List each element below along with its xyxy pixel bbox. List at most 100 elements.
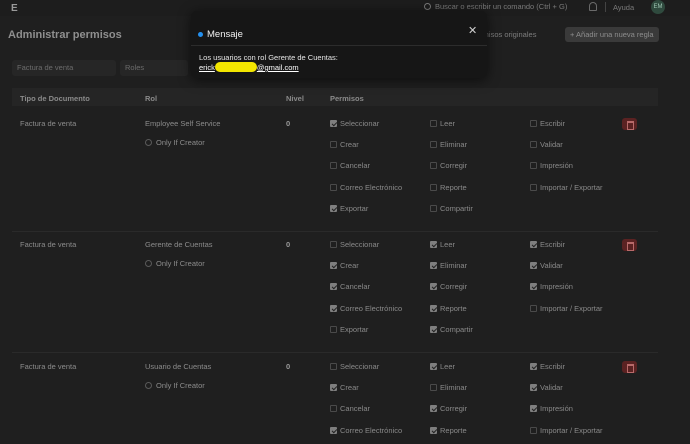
permission-label: Leer [440,362,456,371]
permission-label: Reporte [440,182,467,192]
permission-checkbox[interactable] [330,141,337,149]
permission-checkbox[interactable] [430,283,437,291]
dialog-message: Los usuarios con rol Gerente de Cuentas: [199,53,338,62]
close-icon[interactable]: ✕ [468,26,477,37]
permission-checkbox[interactable] [330,262,337,270]
permission-checkbox[interactable] [430,405,437,413]
permission-checkbox[interactable] [330,204,337,212]
permission-checkbox[interactable] [330,304,337,312]
add-new-rule-button[interactable]: + Añadir una nueva regla [565,27,659,42]
permission-checkbox[interactable] [330,384,337,392]
permission-label: Crear [340,140,359,150]
permission-checkbox[interactable] [530,262,537,270]
permission-checkbox[interactable] [530,241,537,248]
permission-checkbox[interactable] [430,426,437,434]
permission-checkbox[interactable] [330,241,337,248]
search-placeholder: Buscar o escribir un comando (Ctrl + G) [435,2,568,11]
permission-checkbox[interactable] [430,204,437,212]
permission-checkbox[interactable] [330,162,337,170]
permission-label: Eliminar [440,140,468,150]
permission-checkbox[interactable] [430,241,437,248]
dialog-divider [191,45,487,46]
app-logo[interactable]: E [11,3,18,14]
level-cell: 0 [286,119,291,128]
permission-label: Eliminar [440,383,468,393]
permission-label: Correo Electrónico [340,182,403,192]
only-if-creator-checkbox[interactable] [145,260,152,267]
delete-rule-button[interactable] [622,118,637,130]
document-type-cell: Factura de venta [20,240,77,249]
permission-checkbox[interactable] [430,363,437,370]
permission-label: Leer [440,240,456,249]
permission-label: Correo Electrónico [340,303,403,313]
role-filter[interactable]: Roles [120,60,188,76]
search-bar[interactable]: Buscar o escribir un comando (Ctrl + G) [424,2,567,11]
permission-checkbox[interactable] [530,120,537,127]
row-divider [12,352,658,353]
avatar[interactable]: EM [651,0,665,14]
only-if-creator-checkbox[interactable] [145,382,152,389]
delete-rule-button[interactable] [622,361,637,373]
message-dialog: Mensaje ✕ Los usuarios con rol Gerente d… [191,11,487,78]
permission-checkbox[interactable] [430,162,437,170]
permission-checkbox[interactable] [330,183,337,191]
permission-checkbox[interactable] [430,262,437,270]
only-if-creator-label: Only If Creator [156,138,205,147]
permission-checkbox[interactable] [330,363,337,370]
role-cell: Usuario de Cuentas [145,362,212,371]
permission-label: Compartir [440,203,473,213]
permission-label: Cancelar [340,404,371,414]
permission-checkbox[interactable] [430,304,437,312]
permission-checkbox[interactable] [430,120,437,127]
permission-checkbox[interactable] [330,283,337,291]
permission-checkbox[interactable] [530,384,537,392]
role-cell: Employee Self Service [145,119,221,128]
permission-label: Importar / Exportar [540,303,603,313]
permission-checkbox[interactable] [330,120,337,127]
only-if-creator-checkbox[interactable] [145,139,152,146]
permission-label: Impresión [540,404,573,414]
permission-checkbox[interactable] [530,183,537,191]
permission-label: Escribir [540,119,566,128]
header-document-type: Tipo de Documento [20,94,90,103]
permission-checkbox[interactable] [530,283,537,291]
permission-checkbox[interactable] [530,426,537,434]
permission-checkbox[interactable] [430,384,437,392]
permission-label: Validar [540,383,563,393]
permission-label: Corregir [440,282,468,292]
permission-checkbox[interactable] [530,162,537,170]
permission-checkbox[interactable] [430,183,437,191]
permission-label: Seleccionar [340,240,380,249]
permission-label: Correo Electrónico [340,425,403,435]
permission-label: Seleccionar [340,362,380,371]
level-cell: 0 [286,240,291,249]
permission-checkbox[interactable] [330,325,337,333]
permission-checkbox[interactable] [330,426,337,434]
permission-checkbox[interactable] [430,141,437,149]
permission-label: Impresión [540,161,573,171]
permission-label: Seleccionar [340,119,380,128]
permission-checkbox[interactable] [430,325,437,333]
permission-checkbox[interactable] [530,141,537,149]
delete-rule-button[interactable] [622,239,637,251]
permission-label: Reporte [440,425,467,435]
permission-label: Corregir [440,404,468,414]
user-email-link[interactable]: erick @gmail.com [199,62,299,73]
help-menu[interactable]: Ayuda [613,3,634,12]
permission-label: Reporte [440,303,467,313]
search-icon [424,3,431,10]
notification-bell-icon[interactable] [589,2,597,11]
page-title: Administrar permisos [8,29,122,41]
permission-checkbox[interactable] [530,363,537,370]
level-cell: 0 [286,362,291,371]
role-cell: Gerente de Cuentas [145,240,213,249]
info-dot-icon [198,32,203,37]
permission-checkbox[interactable] [330,405,337,413]
permission-checkbox[interactable] [530,405,537,413]
permission-label: Impresión [540,282,573,292]
document-type-filter[interactable]: Factura de venta [12,60,116,76]
permission-label: Leer [440,119,456,128]
permission-checkbox[interactable] [530,304,537,312]
permission-label: Eliminar [440,261,468,271]
permission-label: Importar / Exportar [540,182,603,192]
